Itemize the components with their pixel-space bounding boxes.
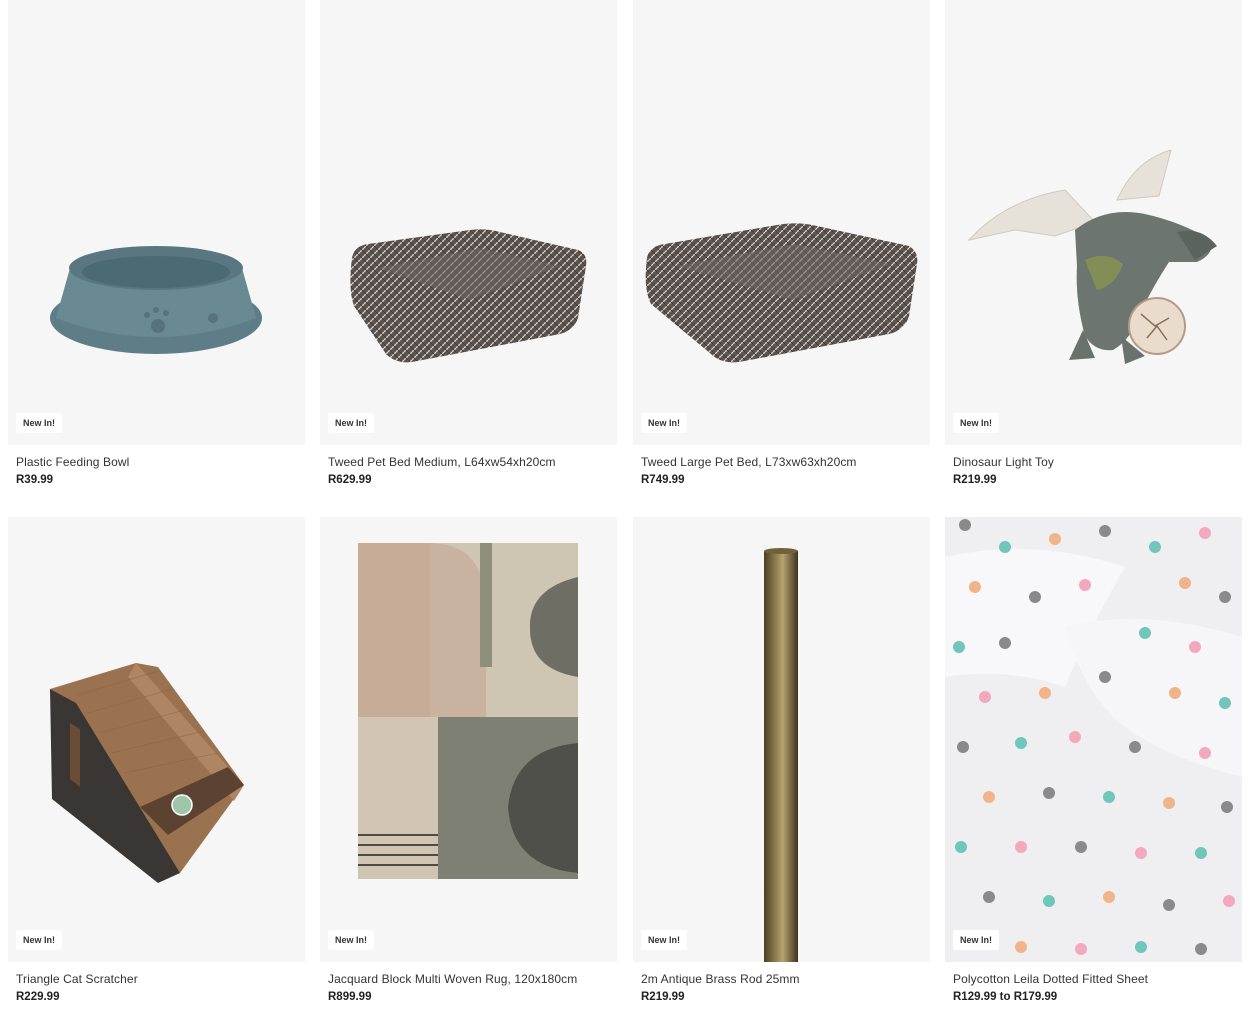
product-card[interactable]: New In! 2m Antique Brass Rod 25mm R219.9… [633, 517, 930, 1017]
product-title[interactable]: Tweed Pet Bed Medium, L64xw54xh20cm [328, 455, 556, 469]
new-in-badge: New In! [641, 930, 688, 950]
dinosaur-toy-image [967, 149, 1217, 364]
new-in-badge: New In! [953, 413, 1000, 433]
pet-bed-image [350, 229, 587, 363]
new-in-badge: New In! [16, 413, 63, 433]
product-title[interactable]: Plastic Feeding Bowl [16, 455, 129, 469]
product-title[interactable]: 2m Antique Brass Rod 25mm [641, 972, 800, 986]
product-card[interactable]: New In! Tweed Pet Bed Medium, L64xw54xh2… [320, 0, 617, 500]
product-card[interactable]: New In! Dinosaur Light Toy R219.99 [945, 0, 1242, 500]
new-in-badge: New In! [328, 413, 375, 433]
product-title[interactable]: Tweed Large Pet Bed, L73xw63xh20cm [641, 455, 857, 469]
product-price: R899.99 [328, 991, 372, 1003]
product-price: R629.99 [328, 474, 372, 486]
product-image[interactable]: New In! [320, 0, 617, 445]
product-title[interactable]: Triangle Cat Scratcher [16, 972, 138, 986]
brass-rod-image [764, 548, 798, 962]
new-in-badge: New In! [953, 930, 1000, 950]
product-price: R129.99 to R179.99 [953, 991, 1058, 1003]
product-price: R749.99 [641, 474, 685, 486]
product-price: R229.99 [16, 991, 60, 1003]
product-card[interactable]: New In! Plastic Feeding Bowl R39.99 [8, 0, 305, 500]
pet-bowl-image [50, 246, 262, 354]
product-image[interactable]: New In! [8, 517, 305, 962]
dotted-sheet-image [945, 517, 1242, 962]
product-image[interactable]: New In! [320, 517, 617, 962]
pet-bed-image [645, 223, 918, 363]
product-image[interactable]: New In! [945, 0, 1242, 445]
product-image[interactable]: New In! [633, 0, 930, 445]
new-in-badge: New In! [16, 930, 63, 950]
new-in-badge: New In! [328, 930, 375, 950]
product-title[interactable]: Jacquard Block Multi Woven Rug, 120x180c… [328, 972, 577, 986]
product-card[interactable]: New In! Polycotton Leila Dotted Fitted S… [945, 517, 1242, 1017]
product-image[interactable]: New In! [633, 517, 930, 962]
product-title[interactable]: Polycotton Leila Dotted Fitted Sheet [953, 972, 1148, 986]
product-grid: New In! Plastic Feeding Bowl R39.99 New … [0, 0, 1250, 1034]
cat-scratcher-image [50, 663, 244, 883]
product-title[interactable]: Dinosaur Light Toy [953, 455, 1054, 469]
product-price: R219.99 [641, 991, 685, 1003]
product-price: R219.99 [953, 474, 997, 486]
product-card[interactable]: New In! Tweed Large Pet Bed, L73xw63xh20… [633, 0, 930, 500]
product-price: R39.99 [16, 474, 54, 486]
product-image[interactable]: New In! [945, 517, 1242, 962]
product-card[interactable]: New In! Jacquard Block Multi Woven Rug, … [320, 517, 617, 1017]
rug-image [358, 543, 578, 879]
product-image[interactable]: New In! [8, 0, 305, 445]
new-in-badge: New In! [641, 413, 688, 433]
product-card[interactable]: New In! Triangle Cat Scratcher R229.99 [8, 517, 305, 1017]
